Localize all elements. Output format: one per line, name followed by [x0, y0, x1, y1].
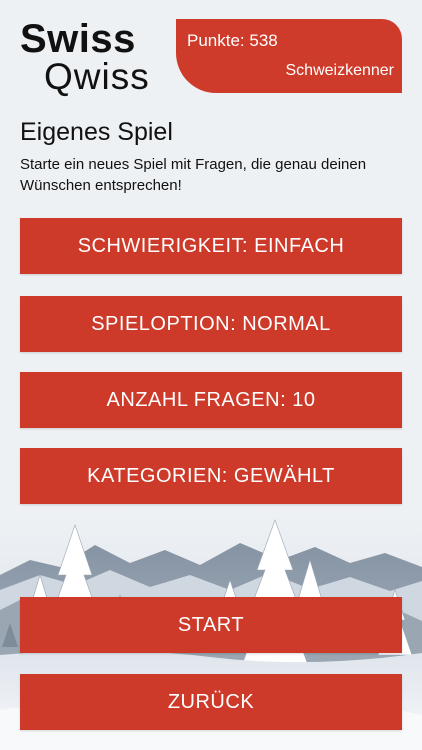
score-card: Punkte: 538 Schweizkenner: [176, 19, 402, 93]
points-label: Punkte: 538: [187, 31, 278, 50]
difficulty-button[interactable]: SCHWIERIGKEIT: EINFACH: [20, 218, 402, 274]
page-description: Starte ein neues Spiel mit Fragen, die g…: [20, 156, 367, 194]
game-option-button[interactable]: SPIELOPTION: NORMAL: [20, 296, 402, 352]
logo-text-swiss: Swiss: [20, 17, 136, 61]
question-count-button[interactable]: ANZAHL FRAGEN: 10: [20, 372, 402, 428]
start-button[interactable]: START: [20, 597, 402, 653]
logo-text-qwiss: Qwiss: [44, 56, 150, 97]
categories-button[interactable]: KATEGORIEN: GEWÄHLT: [20, 448, 402, 504]
swiss-qwiss-logo: Swiss Qwiss: [20, 17, 170, 97]
back-button[interactable]: ZURÜCK: [20, 674, 402, 730]
page-title: Eigenes Spiel: [20, 118, 173, 146]
rank-label: Schweizkenner: [285, 62, 395, 79]
